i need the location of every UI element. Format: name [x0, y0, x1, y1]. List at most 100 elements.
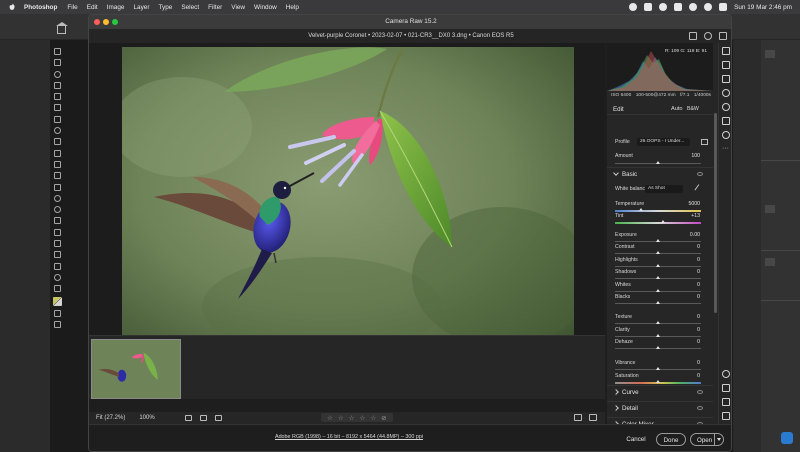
path-select-icon[interactable] [54, 240, 61, 248]
quick-select-tool-icon[interactable] [54, 81, 61, 89]
main-photo[interactable] [122, 47, 574, 349]
zoom-window-button[interactable] [112, 19, 118, 25]
eye-icon[interactable] [697, 172, 703, 176]
creative-cloud-icon[interactable] [659, 3, 668, 11]
move-tool-icon[interactable] [54, 48, 61, 55]
screen-mode-icon[interactable] [54, 321, 61, 329]
wifi-icon[interactable] [689, 3, 698, 11]
shadows-slider-knob[interactable] [656, 276, 660, 279]
curve-section-header[interactable]: Curve [607, 385, 713, 399]
extension-icon[interactable] [644, 3, 653, 11]
eraser-tool-icon[interactable] [54, 172, 61, 180]
image-viewport[interactable] [89, 43, 605, 363]
highlights-value[interactable]: 0 [697, 257, 700, 263]
menu-select[interactable]: Select [181, 4, 199, 11]
menu-window[interactable]: Window [254, 4, 277, 11]
more-options-icon[interactable]: ··· [722, 145, 730, 153]
menu-help[interactable]: Help [286, 4, 299, 11]
tint-value[interactable]: +13 [691, 213, 700, 219]
whites-value[interactable]: 0 [697, 282, 700, 288]
menu-file[interactable]: File [67, 4, 77, 11]
bw-button[interactable]: B&W [687, 106, 699, 112]
edit-sliders-icon[interactable] [722, 47, 730, 55]
eyedropper-tool-icon[interactable] [54, 115, 61, 123]
crop-tool-icon[interactable] [54, 93, 61, 101]
star-5[interactable]: ☆ [370, 414, 376, 422]
search-icon[interactable] [704, 3, 713, 11]
frame-tool-icon[interactable] [54, 104, 61, 112]
apple-icon[interactable] [8, 3, 16, 11]
lasso-tool-icon[interactable] [54, 70, 61, 78]
menu-clock[interactable]: Sun 19 Mar 2:46 pm [734, 4, 792, 11]
texture-slider-knob[interactable] [656, 321, 660, 324]
vibrance-value[interactable]: 0 [697, 360, 700, 366]
brush-tool-icon[interactable] [54, 138, 61, 146]
workflow-options-link[interactable]: Adobe RGB (1998) – 16 bit – 8192 x 5464 … [89, 434, 609, 440]
pen-tool-icon[interactable] [54, 217, 61, 225]
shape-tool-icon[interactable] [54, 251, 61, 259]
dodge-tool-icon[interactable] [54, 206, 61, 214]
zoom-100-button[interactable]: 100% [139, 415, 154, 421]
close-window-button[interactable] [94, 19, 100, 25]
app-menu[interactable]: Photoshop [24, 4, 57, 11]
tint-slider[interactable] [615, 222, 701, 224]
texture-value[interactable]: 0 [697, 314, 700, 320]
blacks-value[interactable]: 0 [697, 294, 700, 300]
record-icon[interactable] [629, 3, 638, 11]
open-options-chevron-icon[interactable] [714, 434, 723, 445]
grid-overlay-icon[interactable] [722, 412, 730, 420]
menu-edit[interactable]: Edit [87, 4, 98, 11]
temperature-slider[interactable] [615, 210, 701, 212]
menu-filter[interactable]: Filter [208, 4, 222, 11]
blacks-slider-knob[interactable] [656, 301, 660, 304]
saturation-value[interactable]: 0 [697, 373, 700, 379]
highlights-slider-knob[interactable] [656, 264, 660, 267]
crop-rotate-icon[interactable] [722, 61, 730, 69]
detail-section-header[interactable]: Detail [607, 401, 713, 415]
star-3[interactable]: ☆ [349, 414, 355, 422]
hand-tool-icon[interactable] [54, 262, 61, 270]
profile-dropdown[interactable]: 26.OOPS - I Under... [637, 138, 690, 146]
full-screen-icon[interactable] [719, 32, 727, 40]
temperature-slider-knob[interactable] [638, 208, 643, 211]
marquee-tool-icon[interactable] [54, 59, 61, 67]
amount-slider-knob[interactable] [656, 161, 660, 164]
exposure-slider-knob[interactable] [656, 239, 660, 242]
menu-layer[interactable]: Layer [133, 4, 149, 11]
control-center-icon[interactable] [719, 3, 728, 11]
sort-icon[interactable] [199, 415, 207, 421]
zoom-icon[interactable] [722, 370, 730, 378]
blur-tool-icon[interactable] [54, 194, 61, 202]
quick-mask-icon[interactable] [54, 309, 61, 317]
before-after-icon[interactable] [589, 414, 597, 421]
contrast-slider-knob[interactable] [656, 251, 660, 254]
star-4[interactable]: ☆ [359, 414, 365, 422]
auto-button[interactable]: Auto [671, 106, 683, 112]
star-2[interactable]: ☆ [338, 414, 344, 422]
menu-image[interactable]: Image [107, 4, 125, 11]
menu-view[interactable]: View [231, 4, 245, 11]
red-eye-icon[interactable] [722, 103, 730, 111]
dehaze-slider-knob[interactable] [656, 346, 660, 349]
menu-type[interactable]: Type [158, 4, 172, 11]
minimize-window-button[interactable] [103, 19, 109, 25]
open-button[interactable]: Open [690, 433, 724, 446]
hand-icon[interactable] [722, 384, 730, 392]
temperature-value[interactable]: 5000 [688, 201, 700, 207]
vibrance-slider-knob[interactable] [656, 367, 660, 370]
battery-icon[interactable] [674, 3, 683, 11]
whites-slider-knob[interactable] [656, 289, 660, 292]
type-tool-icon[interactable] [54, 228, 61, 236]
white-balance-dropdown[interactable]: As Shot [645, 185, 683, 193]
clarity-slider-knob[interactable] [656, 334, 660, 337]
masking-icon[interactable] [722, 89, 730, 97]
filmstrip-view-icon[interactable] [184, 415, 192, 421]
clarity-value[interactable]: 0 [697, 327, 700, 333]
home-icon[interactable] [56, 22, 68, 34]
star-1[interactable]: ☆ [327, 414, 333, 422]
tint-slider-knob[interactable] [661, 220, 666, 223]
toggle-view-icon[interactable] [574, 414, 582, 421]
healing-brush-icon[interactable] [54, 127, 61, 135]
profile-browser-icon[interactable] [701, 139, 708, 145]
cancel-button[interactable]: Cancel [621, 433, 651, 446]
